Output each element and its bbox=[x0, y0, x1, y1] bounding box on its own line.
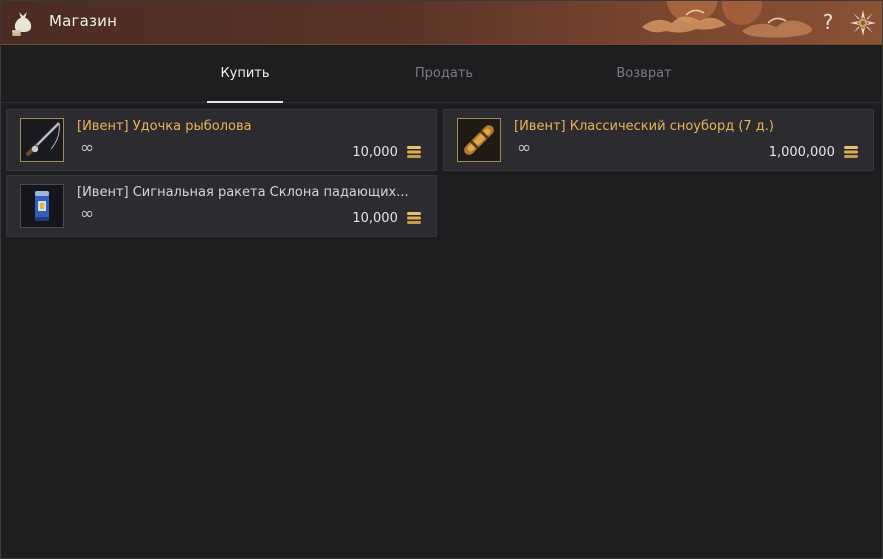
item-stock: ∞ bbox=[80, 204, 95, 224]
item-price: 10,000 bbox=[352, 145, 421, 160]
title-bar[interactable]: Магазин ? bbox=[1, 1, 882, 45]
item-price-value: 10,000 bbox=[352, 145, 398, 160]
item-name: [Ивент] Сигнальная ракета Склона падающи… bbox=[77, 185, 409, 200]
tab-bar: Купить Продать Возврат bbox=[1, 46, 882, 103]
tab-buy[interactable]: Купить bbox=[207, 46, 283, 103]
signal-flare-icon bbox=[21, 185, 63, 227]
snowboard-icon bbox=[458, 119, 500, 161]
shop-item[interactable]: [Ивент] Сигнальная ракета Склона падающи… bbox=[6, 175, 437, 237]
item-price: 1,000,000 bbox=[769, 145, 858, 160]
item-price: 10,000 bbox=[352, 211, 421, 226]
item-thumbnail bbox=[20, 118, 64, 162]
window-title: Магазин bbox=[49, 12, 118, 30]
help-icon[interactable]: ? bbox=[819, 9, 837, 35]
item-thumbnail bbox=[20, 184, 64, 228]
silver-coin-stack-icon bbox=[407, 212, 421, 224]
item-thumbnail bbox=[457, 118, 501, 162]
silver-coin-stack-icon bbox=[407, 146, 421, 158]
item-price-value: 10,000 bbox=[352, 211, 398, 226]
shop-item[interactable]: [Ивент] Удочка рыболова ∞ 10,000 bbox=[6, 109, 437, 171]
sun-emblem-icon[interactable] bbox=[849, 9, 877, 37]
tab-return[interactable]: Возврат bbox=[606, 46, 682, 103]
shop-window: Магазин ? Купить Продать Возврат [Ивент]… bbox=[0, 0, 883, 559]
money-bag-icon bbox=[12, 12, 32, 36]
item-price-value: 1,000,000 bbox=[768, 145, 835, 160]
fishing-rod-icon bbox=[21, 119, 63, 161]
item-stock: ∞ bbox=[517, 138, 532, 158]
item-name: [Ивент] Удочка рыболова bbox=[77, 119, 252, 134]
silver-coin-stack-icon bbox=[844, 146, 858, 158]
shop-item[interactable]: [Ивент] Классический сноуборд (7 д.) ∞ 1… bbox=[443, 109, 874, 171]
item-stock: ∞ bbox=[80, 138, 95, 158]
clouds-decoration bbox=[642, 1, 813, 38]
item-name: [Ивент] Классический сноуборд (7 д.) bbox=[514, 119, 774, 134]
tab-sell[interactable]: Продать bbox=[406, 46, 482, 103]
